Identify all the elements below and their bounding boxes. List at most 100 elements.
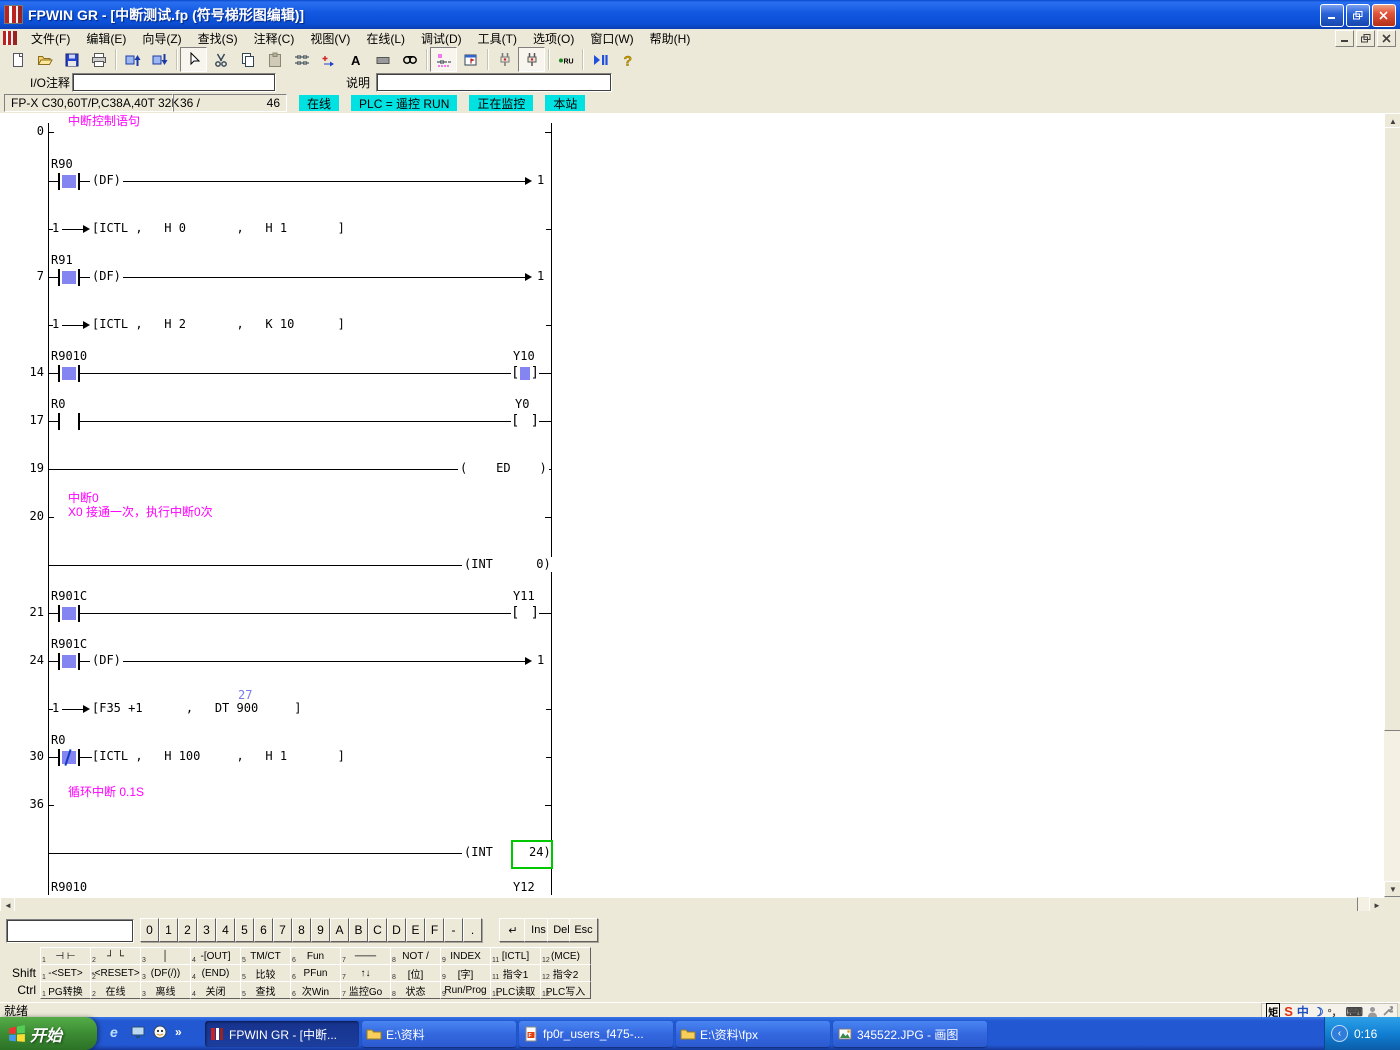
instruction-entry-input[interactable] [6,919,134,943]
save-icon[interactable] [58,47,85,72]
key-9[interactable]: 9 [311,918,330,942]
text-comment-icon[interactable]: A [342,47,369,72]
fkey-f11[interactable]: [ICTL]11 [490,947,541,965]
menu-9[interactable]: 工具(T) [470,29,525,48]
fkey-shift-f5[interactable]: 比较5 [240,964,291,982]
fkey-shift-f8[interactable]: [位]8 [390,964,441,982]
fkey-shift-f6[interactable]: PFun6 [290,964,341,982]
menu-3[interactable]: 向导(Z) [134,29,189,48]
copy-icon[interactable] [234,47,261,72]
task-button-1[interactable]: FPWIN GR - [中断... [205,1021,359,1047]
vertical-scrollbar[interactable]: ▲ ▼ [1384,113,1400,897]
find-icon[interactable] [396,47,423,72]
key-A[interactable]: A [330,918,349,942]
start-button[interactable]: 开始 [0,1017,97,1050]
fkey-shift-f12[interactable]: 指令212 [540,964,591,982]
show-desktop-icon[interactable] [130,1024,146,1043]
plc-offline-icon[interactable] [491,47,518,72]
fkey-ctrl-f8[interactable]: 状态8 [390,981,441,999]
symbol-ladder-icon[interactable] [288,47,315,72]
key-F[interactable]: F [425,918,444,942]
fkey-ctrl-f6[interactable]: 次Win6 [290,981,341,999]
task-button-3[interactable]: Ffp0r_users_f475-... [519,1021,673,1047]
run-mode-icon[interactable]: RUN [552,47,579,72]
pg-download-icon[interactable] [146,47,173,72]
minimize-button[interactable] [1320,4,1344,27]
fkey-shift-f2[interactable]: -<RESET>2 [90,964,141,982]
fkey-shift-f11[interactable]: 指令111 [490,964,541,982]
select-cursor-icon[interactable] [180,47,207,72]
block-select-icon[interactable] [369,47,396,72]
fkey-ctrl-f5[interactable]: 查找5 [240,981,291,999]
key-.[interactable]: . [463,918,482,942]
fkey-f6[interactable]: Fun6 [290,947,341,965]
fkey-ctrl-f1[interactable]: PG转换1 [40,981,91,999]
scroll-down-button[interactable]: ▼ [1384,881,1400,897]
menu-11[interactable]: 窗口(W) [582,29,641,48]
vertical-scroll-thumb[interactable] [1384,127,1400,731]
key-B[interactable]: B [349,918,368,942]
menu-2[interactable]: 编辑(E) [78,29,134,48]
mdi-close-button[interactable] [1377,30,1396,47]
chevron-icon[interactable]: » [174,1024,190,1043]
fkey-ctrl-f7[interactable]: 监控Go7 [340,981,391,999]
restore-button[interactable] [1346,4,1370,27]
menu-7[interactable]: 在线(L) [358,29,413,48]
fkey-ctrl-f9[interactable]: Run/Prog9 [440,981,491,999]
wrench-icon[interactable] [1382,1006,1393,1017]
fkey-f4[interactable]: -[OUT]4 [190,947,241,965]
print-icon[interactable] [85,47,112,72]
fkey-ctrl-f2[interactable]: 在线2 [90,981,141,999]
fkey-f2[interactable]: ┘ └2 [90,947,141,965]
menu-8[interactable]: 调试(D) [413,29,470,48]
fkey-ctrl-f3[interactable]: 离线3 [140,981,191,999]
fkey-shift-f4[interactable]: (END)4 [190,964,241,982]
menu-1[interactable]: 文件(F) [23,29,78,48]
user-icon[interactable] [1367,1006,1378,1017]
key-8[interactable]: 8 [292,918,311,942]
key-6[interactable]: 6 [254,918,273,942]
mdi-restore-button[interactable] [1356,30,1375,47]
fkey-shift-f1[interactable]: -<SET>1 [40,964,91,982]
fkey-shift-f7[interactable]: ↑↓7 [340,964,391,982]
key--[interactable]: - [444,918,463,942]
paste-icon[interactable] [261,47,288,72]
insert-row-icon[interactable] [315,47,342,72]
key-5[interactable]: 5 [235,918,254,942]
key-esc[interactable]: Esc [569,918,598,942]
help-icon[interactable]: ? [613,47,640,72]
key-2[interactable]: 2 [178,918,197,942]
cut-icon[interactable] [207,47,234,72]
key-7[interactable]: 7 [273,918,292,942]
fkey-f9[interactable]: INDEX9 [440,947,491,965]
menu-10[interactable]: 选项(O) [525,29,582,48]
run-pause-icon[interactable] [586,47,613,72]
key-0[interactable]: 0 [140,918,159,942]
fkey-ctrl-f12[interactable]: PLC写入12 [540,981,591,999]
fkey-f3[interactable]: │3 [140,947,191,965]
task-button-4[interactable]: E:\资料\fpx [676,1021,830,1047]
fkey-f7[interactable]: ───7 [340,947,391,965]
fkey-shift-f9[interactable]: [字]9 [440,964,491,982]
new-file-icon[interactable] [4,47,31,72]
pg-upload-icon[interactable] [119,47,146,72]
io-comment-input[interactable] [72,73,276,92]
open-file-icon[interactable] [31,47,58,72]
menu-5[interactable]: 注释(C) [246,29,303,48]
fkey-ctrl-f4[interactable]: 关闭4 [190,981,241,999]
fkey-ctrl-f11[interactable]: PLC读取11 [490,981,541,999]
fkey-f5[interactable]: TM/CT5 [240,947,291,965]
status-display-icon[interactable] [457,47,484,72]
description-input[interactable] [376,73,612,92]
key-E[interactable]: E [406,918,425,942]
key-C[interactable]: C [368,918,387,942]
fkey-f8[interactable]: NOT /8 [390,947,441,965]
fkey-f12[interactable]: (MCE)12 [540,947,591,965]
menu-4[interactable]: 查找(S) [190,29,246,48]
key-3[interactable]: 3 [197,918,216,942]
plc-online-icon[interactable] [518,47,545,72]
close-button[interactable] [1372,4,1396,27]
key-4[interactable]: 4 [216,918,235,942]
task-button-2[interactable]: E:\资料 [362,1021,516,1047]
horizontal-scrollbar[interactable]: ◄ ► [0,897,1384,911]
